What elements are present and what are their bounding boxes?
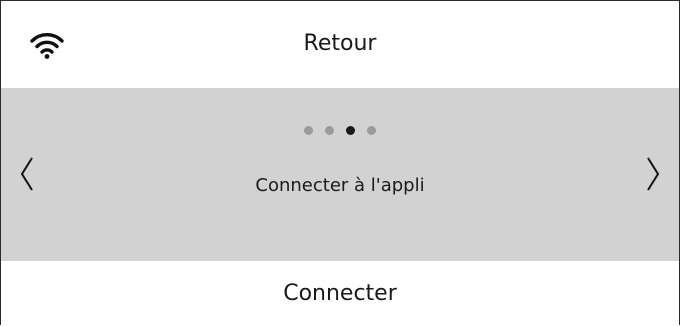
- bottom-bar: Connecter: [1, 261, 679, 326]
- page-dot-1: [304, 126, 313, 135]
- connect-button[interactable]: Connecter: [1, 281, 679, 306]
- device-screen: Retour Connecter à l'appli Connecter: [0, 0, 680, 326]
- page-dot-4: [367, 126, 376, 135]
- top-bar: Retour: [1, 1, 679, 88]
- page-dot-2: [325, 126, 334, 135]
- chevron-right-icon[interactable]: [643, 154, 663, 194]
- back-button[interactable]: Retour: [1, 31, 679, 56]
- carousel: Connecter à l'appli: [1, 88, 679, 261]
- carousel-slide-label: Connecter à l'appli: [255, 175, 425, 196]
- page-dot-3: [346, 126, 355, 135]
- page-indicator: [1, 126, 679, 135]
